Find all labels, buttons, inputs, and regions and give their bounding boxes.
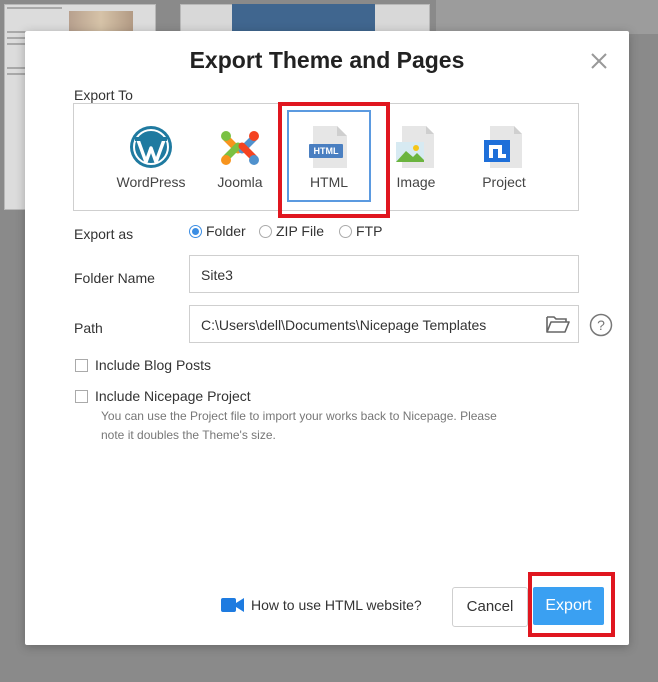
- how-to-label: How to use HTML website?: [251, 597, 422, 613]
- folder-name-label: Folder Name: [74, 270, 155, 286]
- radio-label: Folder: [206, 223, 246, 239]
- export-dialog: Export Theme and Pages Export To WordPre…: [25, 31, 629, 645]
- path-input[interactable]: C:\Users\dell\Documents\Nicepage Templat…: [189, 305, 579, 343]
- joomla-icon: [218, 124, 262, 170]
- folder-name-input[interactable]: Site3: [189, 255, 579, 293]
- dialog-title: Export Theme and Pages: [189, 47, 465, 73]
- target-label: HTML: [309, 174, 349, 190]
- help-icon[interactable]: ?: [589, 313, 613, 337]
- radio-dot: [339, 224, 352, 238]
- target-project[interactable]: Project: [462, 110, 546, 202]
- radio-dot: [259, 224, 272, 238]
- checkbox-label: Include Blog Posts: [95, 357, 211, 373]
- checkbox-box: [75, 358, 88, 372]
- checkbox-box: [75, 389, 88, 403]
- image-file-icon: [394, 124, 438, 170]
- target-label: Project: [482, 174, 526, 190]
- html-file-icon: HTML: [307, 124, 351, 170]
- radio-ftp[interactable]: FTP: [339, 222, 382, 240]
- project-note: You can use the Project file to import y…: [101, 409, 497, 442]
- folder-open-icon[interactable]: [546, 314, 570, 334]
- background-panel: [436, 0, 658, 34]
- target-label: WordPress: [116, 174, 186, 190]
- target-wordpress[interactable]: WordPress: [109, 110, 193, 202]
- radio-zip-file[interactable]: ZIP File: [259, 222, 324, 240]
- radio-label: FTP: [356, 223, 383, 239]
- target-html[interactable]: HTML HTML: [287, 110, 371, 202]
- export-to-label: Export To: [74, 87, 133, 103]
- include-nicepage-project-checkbox[interactable]: Include Nicepage Project: [75, 387, 251, 405]
- target-label: Image: [396, 174, 436, 190]
- checkbox-label: Include Nicepage Project: [95, 388, 251, 404]
- background-blue-block: [232, 4, 375, 32]
- nicepage-project-icon: [482, 124, 526, 170]
- video-camera-icon: [221, 598, 244, 612]
- radio-label: ZIP File: [276, 223, 324, 239]
- svg-text:?: ?: [597, 317, 605, 333]
- target-label: Joomla: [217, 174, 263, 190]
- wordpress-icon: [129, 124, 173, 170]
- close-icon[interactable]: [588, 50, 610, 72]
- include-blog-posts-checkbox[interactable]: Include Blog Posts: [75, 356, 211, 374]
- radio-dot: [189, 224, 202, 238]
- cancel-button[interactable]: Cancel: [452, 587, 528, 627]
- export-targets: WordPress Joomla HTML HTML Image Project: [73, 103, 579, 211]
- path-label: Path: [74, 320, 103, 336]
- export-button[interactable]: Export: [533, 587, 604, 625]
- radio-folder[interactable]: Folder: [189, 222, 246, 240]
- background-image: [69, 11, 133, 31]
- target-joomla[interactable]: Joomla: [198, 110, 282, 202]
- export-as-label: Export as: [74, 226, 134, 242]
- target-image[interactable]: Image: [374, 110, 458, 202]
- html-badge-text: HTML: [313, 146, 339, 156]
- how-to-use-html-link[interactable]: How to use HTML website?: [221, 596, 422, 614]
